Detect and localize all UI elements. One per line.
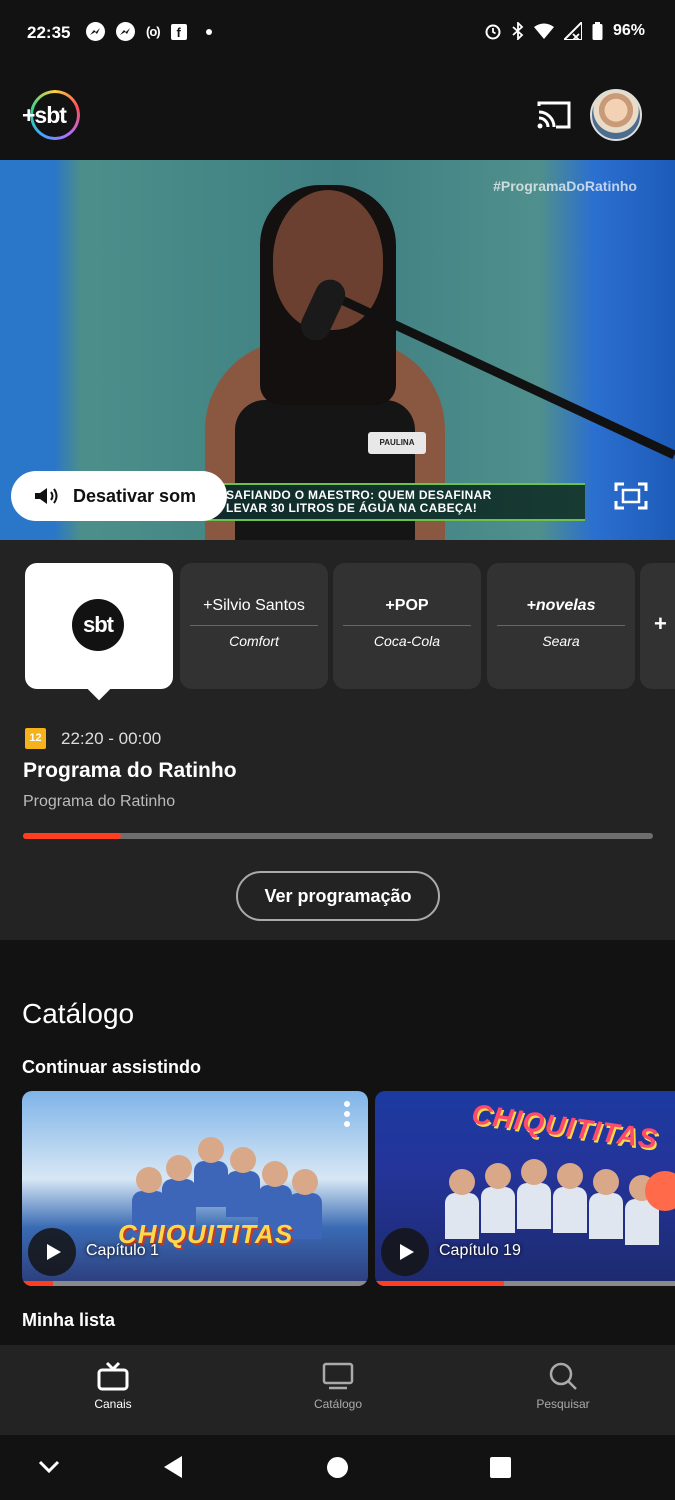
mute-label: Desativar som — [73, 485, 197, 506]
tv-icon — [97, 1361, 129, 1391]
watch-progress-fill — [375, 1281, 504, 1286]
fullscreen-icon[interactable] — [614, 482, 648, 510]
continue-watching-title: Continuar assistindo — [22, 1057, 202, 1077]
bottom-navigation: Canais Catálogo Pesquisar — [0, 1345, 675, 1435]
system-navigation — [0, 1435, 675, 1500]
program-meta: 12 22:20 - 00:00 — [25, 728, 161, 749]
channel-card-novelas[interactable]: +novelas Seara — [487, 563, 635, 689]
nav-label: Canais — [94, 1397, 132, 1411]
profile-avatar[interactable] — [590, 89, 642, 141]
schedule-button[interactable]: Ver programação — [236, 871, 440, 921]
channel-divider — [190, 625, 318, 626]
speaker-icon — [35, 488, 58, 504]
notification-icons: (o) f — [86, 22, 212, 41]
channel-card-silvio-santos[interactable]: +Silvio Santos Comfort — [180, 563, 328, 689]
program-title: Programa do Ratinho — [23, 759, 237, 782]
nav-label: Pesquisar — [536, 1397, 590, 1411]
watch-progress-fill — [22, 1281, 54, 1286]
search-icon — [549, 1362, 577, 1390]
continue-item-2[interactable]: CHIQUITITAS Capítulo 19 — [375, 1091, 675, 1286]
hotspot-icon: (o) — [146, 24, 161, 39]
monitor-icon — [322, 1362, 354, 1390]
cast-icon[interactable] — [536, 100, 572, 130]
more-options-icon[interactable] — [344, 1101, 352, 1131]
channel-card-pop[interactable]: +POP Coca-Cola — [333, 563, 481, 689]
channel-card-more[interactable]: + — [640, 563, 675, 689]
system-icons: 96% — [484, 22, 645, 40]
channel-divider — [343, 625, 471, 626]
episode-label: Capítulo 19 — [439, 1242, 521, 1259]
lower-third-line-2: LEVAR 30 LITROS DE ÁGUA NA CABEÇA! — [226, 501, 478, 515]
channel-sponsor: Coca-Cola — [373, 633, 441, 649]
channel-sponsor: Comfort — [229, 633, 279, 649]
logo-text: +sbt — [22, 102, 67, 128]
video-player[interactable]: PAULINA #ProgramaDoRatinho SAFIANDO O MA… — [0, 160, 675, 540]
watch-progress-bar — [22, 1281, 368, 1286]
status-time: 22:35 — [27, 23, 71, 42]
dot-icon — [205, 28, 212, 35]
my-list-title: Minha lista — [22, 1310, 116, 1330]
name-badge: PAULINA — [368, 432, 426, 454]
program-progress-bar — [23, 833, 653, 839]
status-bar: 22:35 (o) f 96% — [0, 0, 675, 66]
battery-percent: 96% — [612, 22, 645, 39]
show-logo: CHIQUITITAS — [469, 1098, 661, 1155]
program-progress-fill — [23, 833, 121, 839]
program-time: 22:20 - 00:00 — [61, 728, 162, 748]
messenger-icon — [116, 22, 135, 41]
channel-card-sbt[interactable]: sbt — [25, 563, 173, 689]
channel-carousel[interactable]: sbt +Silvio Santos Comfort +POP Coca-Col… — [25, 563, 675, 701]
lower-third: SAFIANDO O MAESTRO: QUEM DESAFINAR LEVAR… — [200, 483, 585, 521]
play-icon[interactable] — [28, 1228, 76, 1276]
back-icon[interactable] — [162, 1455, 184, 1479]
app-header: +sbt — [0, 66, 675, 160]
catalog-title: Catálogo — [22, 998, 135, 1029]
channels-section: sbt +Silvio Santos Comfort +POP Coca-Col… — [0, 540, 675, 940]
chevron-down-icon[interactable] — [38, 1460, 60, 1474]
channel-sponsor: Seara — [542, 633, 580, 649]
nav-canais[interactable]: Canais — [53, 1361, 173, 1411]
channel-name: +novelas — [526, 597, 596, 614]
nav-catalogo[interactable]: Catálogo — [278, 1361, 398, 1411]
catalog-section: Catálogo Continuar assistindo CHIQUITITA… — [0, 940, 675, 1345]
video-hashtag: #ProgramaDoRatinho — [493, 178, 637, 194]
wifi-icon — [533, 23, 554, 39]
home-icon[interactable] — [327, 1457, 348, 1478]
program-subtitle: Programa do Ratinho — [23, 793, 176, 810]
continue-item-1[interactable]: CHIQUITITAS Capítulo 1 — [22, 1091, 368, 1286]
episode-label: Capítulo 1 — [86, 1242, 159, 1259]
nav-pesquisar[interactable]: Pesquisar — [503, 1361, 623, 1411]
play-icon[interactable] — [381, 1228, 429, 1276]
channel-name: +Silvio Santos — [203, 597, 305, 614]
channel-divider — [497, 625, 625, 626]
mute-button[interactable]: Desativar som — [11, 471, 227, 521]
alarm-icon — [485, 24, 501, 40]
channel-name: +POP — [385, 597, 429, 614]
bluetooth-icon — [512, 22, 524, 40]
age-rating-badge: 12 — [25, 728, 46, 749]
signal-icon — [563, 22, 582, 40]
battery-icon — [592, 22, 603, 40]
messenger-icon — [86, 22, 105, 41]
watch-progress-bar — [375, 1281, 675, 1286]
facebook-icon: f — [170, 23, 187, 40]
recents-icon[interactable] — [490, 1457, 511, 1478]
sbt-channel-logo: sbt — [72, 599, 124, 651]
sbt-logo[interactable]: +sbt — [22, 90, 80, 142]
nav-label: Catálogo — [313, 1397, 363, 1411]
